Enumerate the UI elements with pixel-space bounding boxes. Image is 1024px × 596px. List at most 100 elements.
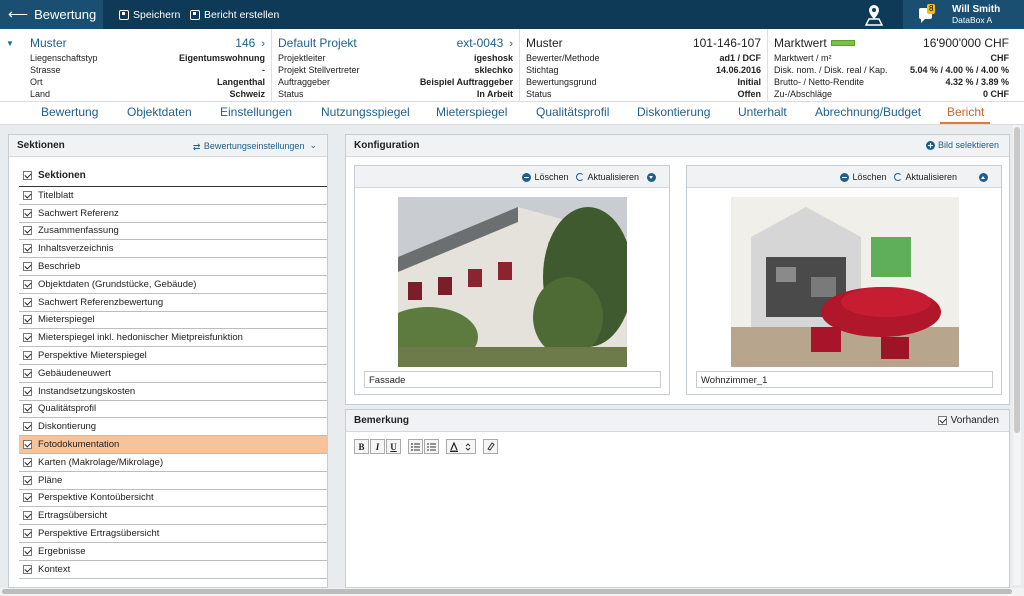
section-item[interactable]: Perspektive Ertragsübersicht — [19, 525, 327, 543]
select-image-button[interactable]: Bild selektieren — [925, 140, 999, 150]
section-item[interactable]: Zusammenfassung — [19, 223, 327, 241]
move-down-icon[interactable] — [647, 172, 656, 182]
section-item[interactable]: Instandsetzungskosten — [19, 383, 327, 401]
tab-objektdaten[interactable]: Objektdaten — [127, 105, 192, 119]
checkbox[interactable] — [23, 170, 32, 180]
refresh-image-button[interactable]: Aktualisieren — [587, 172, 639, 182]
checkbox[interactable] — [23, 208, 32, 218]
italic-button[interactable]: I — [370, 439, 385, 454]
section-item[interactable]: Kontext — [19, 561, 327, 579]
refresh-image-button[interactable]: Aktualisieren — [905, 172, 957, 182]
section-item[interactable]: Mieterspiegel — [19, 312, 327, 330]
valuation-name: Muster — [526, 35, 563, 50]
checkbox[interactable] — [23, 529, 32, 539]
checkbox[interactable] — [23, 440, 32, 450]
checkbox[interactable] — [23, 511, 32, 521]
tab-diskontierung[interactable]: Diskontierung — [637, 105, 710, 119]
checkbox[interactable] — [23, 244, 32, 254]
checkbox[interactable] — [23, 493, 32, 503]
section-item[interactable]: Titelblatt — [19, 187, 327, 205]
map-pin-icon — [864, 4, 884, 26]
checkbox[interactable] — [23, 351, 32, 361]
section-item[interactable]: Ergebnisse — [19, 543, 327, 561]
image-caption-input[interactable]: Fassade — [364, 371, 661, 388]
checkbox[interactable] — [23, 475, 32, 485]
save-button[interactable]: Speichern — [119, 0, 180, 29]
tab-nutzungsspiegel[interactable]: Nutzungsspiegel — [321, 105, 410, 119]
app-title: Bewertung — [34, 7, 97, 22]
section-item[interactable]: Inhaltsverzeichnis — [19, 240, 327, 259]
delete-image-button[interactable]: Löschen — [852, 172, 886, 182]
section-item[interactable]: Perspektive Kontoübersicht — [19, 490, 327, 508]
checkbox[interactable] — [23, 564, 32, 574]
back-button[interactable]: ⟵ Bewertung — [0, 0, 103, 29]
map-pin-button[interactable] — [860, 0, 888, 29]
checkbox[interactable] — [23, 190, 32, 200]
valuation-info: Muster 101-146-107 Bewerter/Methode ad1 /… — [520, 29, 768, 102]
project-header[interactable]: Default Projekt ext-0043 › — [278, 34, 513, 51]
checkbox[interactable] — [23, 315, 32, 325]
delete-image-button[interactable]: Löschen — [534, 172, 568, 182]
user-menu[interactable]: 8 Will Smith DataBox A — [903, 0, 1024, 29]
tab-mieterspiegel[interactable]: Mieterspiegel — [436, 105, 507, 119]
refresh-icon[interactable] — [894, 173, 903, 181]
underline-button[interactable]: U — [386, 439, 401, 454]
collapse-toggle-icon[interactable]: ▼ — [6, 39, 14, 48]
chevron-down-icon: ⌄ — [309, 140, 317, 150]
eraser-icon[interactable] — [483, 439, 498, 454]
section-item[interactable]: Sachwert Referenzbewertung — [19, 294, 327, 312]
property-name: Muster — [30, 35, 67, 50]
section-item[interactable]: Perspektive Mieterspiegel — [19, 347, 327, 365]
present-checkbox[interactable] — [937, 416, 947, 425]
sections-title: Sektionen — [17, 140, 65, 151]
tab-unterhalt[interactable]: Unterhalt — [738, 105, 787, 119]
section-item[interactable]: Sachwert Referenz — [19, 205, 327, 223]
select-all-sections[interactable]: Sektionen — [19, 164, 327, 187]
horizontal-scroll-thumb[interactable] — [2, 589, 1012, 594]
section-item[interactable]: Pläne — [19, 472, 327, 490]
checkbox[interactable] — [23, 262, 32, 272]
top-bar: ⟵ Bewertung Speichern Bericht erstellen … — [0, 0, 1024, 29]
checkbox[interactable] — [23, 386, 32, 396]
text-color-dropdown[interactable] — [446, 439, 476, 454]
vertical-scroll-thumb[interactable] — [1014, 127, 1020, 433]
numbered-list-icon[interactable] — [424, 439, 439, 454]
create-report-button[interactable]: Bericht erstellen — [190, 0, 279, 29]
section-item-selected[interactable]: Fotodokumentation — [19, 436, 327, 454]
section-item[interactable]: Qualitätsprofil — [19, 401, 327, 419]
section-item[interactable]: Diskontierung — [19, 418, 327, 437]
tab-bericht[interactable]: Bericht — [947, 105, 984, 119]
section-item[interactable]: Karten (Makrolage/Mikrolage) — [19, 454, 327, 472]
user-databox: DataBox A — [952, 15, 993, 25]
checkbox[interactable] — [23, 457, 32, 467]
section-item[interactable]: Objektdaten (Grundstücke, Gebäude) — [19, 276, 327, 294]
property-header[interactable]: Muster 146 › — [30, 34, 265, 51]
valuation-settings-dropdown[interactable]: ⇄ Bewertungseinstellungen ⌄ — [193, 140, 317, 152]
section-item[interactable]: Ertragsübersicht — [19, 507, 327, 526]
tab-abrechnung-budget[interactable]: Abrechnung/Budget — [815, 105, 921, 119]
bold-button[interactable]: B — [354, 439, 369, 454]
rich-text-toolbar: B I U — [354, 439, 499, 454]
info-row: Brutto- / Netto-Rendite 4.32 % / 3.89 % — [774, 77, 1009, 87]
bullet-list-icon[interactable] — [408, 439, 423, 454]
minus-circle-icon[interactable] — [840, 172, 850, 182]
checkbox[interactable] — [23, 279, 32, 289]
checkbox[interactable] — [23, 297, 32, 307]
tab-einstellungen[interactable]: Einstellungen — [220, 105, 292, 119]
checkbox[interactable] — [23, 404, 32, 414]
checkbox[interactable] — [23, 546, 32, 556]
present-checkbox-label[interactable]: Vorhanden — [937, 415, 999, 426]
section-item[interactable]: Beschrieb — [19, 258, 327, 276]
tab-qualitaetsprofil[interactable]: Qualitätsprofil — [536, 105, 609, 119]
refresh-icon[interactable] — [576, 173, 585, 181]
move-up-icon[interactable] — [979, 172, 988, 182]
section-item[interactable]: Gebäudeneuwert — [19, 365, 327, 383]
checkbox[interactable] — [23, 368, 32, 378]
tab-bewertung[interactable]: Bewertung — [41, 105, 98, 119]
minus-circle-icon[interactable] — [522, 172, 532, 182]
checkbox[interactable] — [23, 422, 32, 432]
section-item[interactable]: Mieterspiegel inkl. hedonischer Mietprei… — [19, 329, 327, 348]
checkbox[interactable] — [23, 226, 32, 236]
checkbox[interactable] — [23, 333, 32, 343]
image-caption-input[interactable]: Wohnzimmer_1 — [696, 371, 993, 388]
